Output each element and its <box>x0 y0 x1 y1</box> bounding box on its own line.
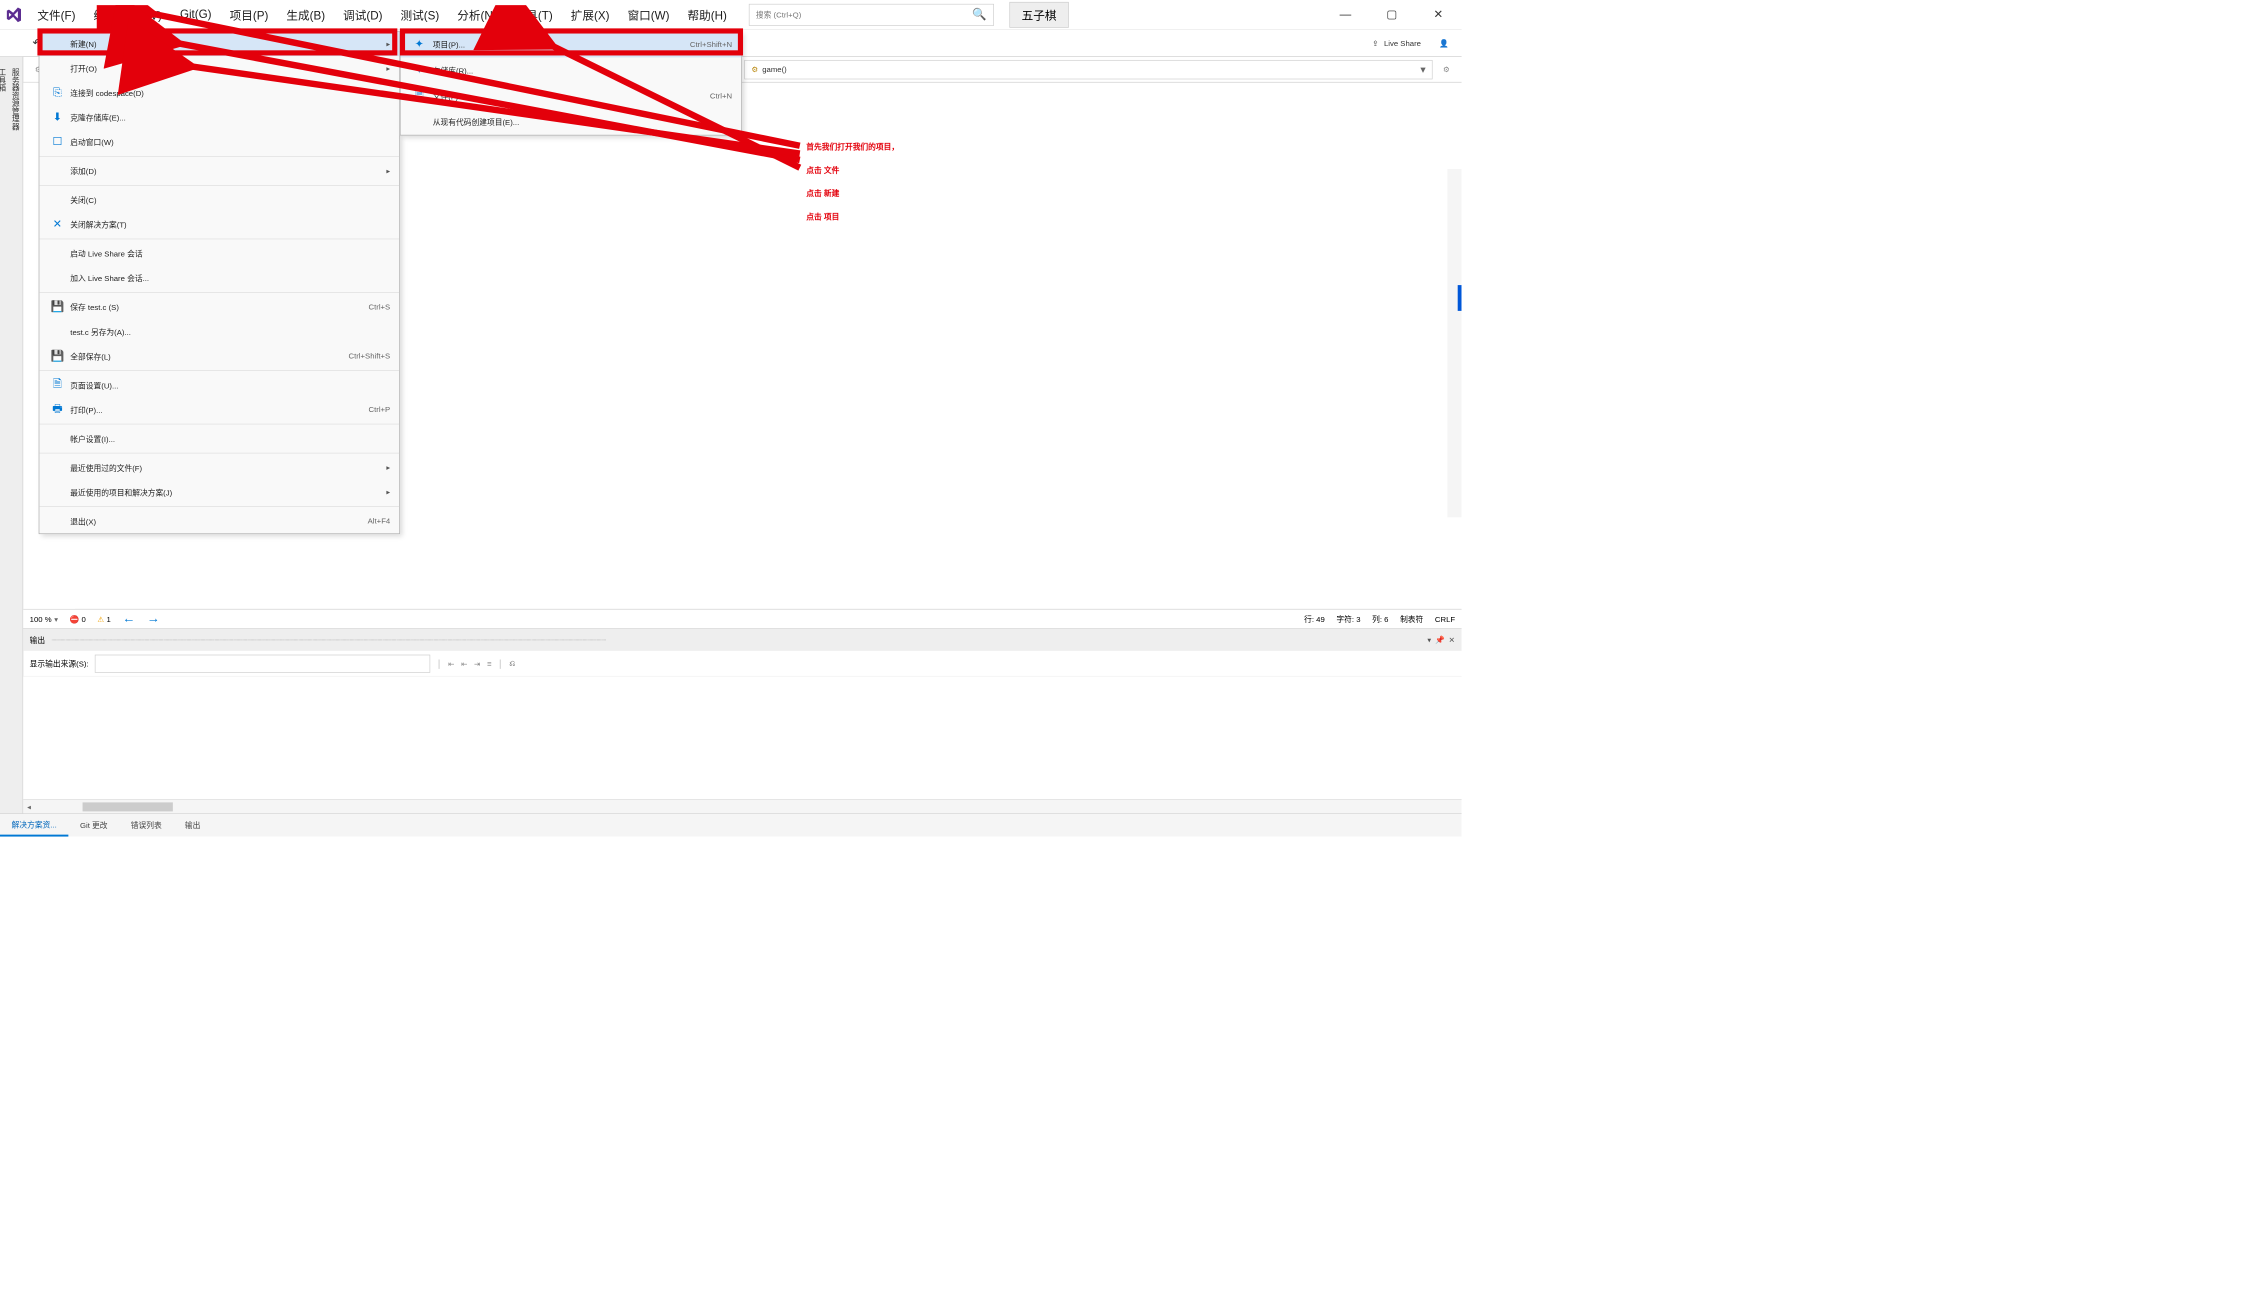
menu-extensions[interactable]: 扩展(X) <box>562 0 619 29</box>
menu-debug[interactable]: 调试(D) <box>334 0 391 29</box>
search-input[interactable]: 搜索 (Ctrl+Q) 🔍 <box>749 4 994 26</box>
menu-build[interactable]: 生成(B) <box>277 0 334 29</box>
menubar: 文件(F) 编 视图(V) Git(G) 项目(P) 生成(B) 调试(D) 测… <box>28 0 736 29</box>
file-menu-item[interactable]: 关闭(C) <box>39 188 399 213</box>
menu-edit[interactable]: 编 <box>84 0 114 29</box>
share-icon: ⇪ <box>1372 38 1378 47</box>
status-tabs: 制表符 <box>1400 613 1423 624</box>
minimize-button[interactable]: — <box>1322 0 1368 29</box>
tool-icon[interactable]: ≡ <box>487 659 492 668</box>
search-icon: 🔍 <box>972 8 986 22</box>
tab-solution-explorer[interactable]: 解决方案资... <box>0 814 68 837</box>
tool-icon[interactable]: ⇥ <box>474 659 480 668</box>
sidebar-tab-server-explorer[interactable]: 服务器资源管理器 <box>9 63 23 813</box>
file-menu-item[interactable]: ☐启动窗口(W) <box>39 130 399 155</box>
status-char: 字符: 3 <box>1336 613 1360 624</box>
output-source-label: 显示输出来源(S): <box>30 658 89 669</box>
file-menu-item[interactable]: 最近使用过的文件(F)▸ <box>39 455 399 480</box>
warnings-indicator[interactable]: ⚠ 1 <box>97 614 110 623</box>
menu-window[interactable]: 窗口(W) <box>619 0 679 29</box>
bottom-tabs: 解决方案资... Git 更改 错误列表 输出 <box>0 813 1462 836</box>
status-eol: CRLF <box>1435 614 1455 623</box>
menu-view[interactable]: 视图(V) <box>114 0 171 29</box>
menu-analyze[interactable]: 分析(N) <box>448 0 505 29</box>
file-menu-item[interactable]: ⬇克隆存储库(E)... <box>39 105 399 130</box>
file-menu-item[interactable]: 打开(O)▸ <box>39 56 399 81</box>
menu-project[interactable]: 项目(P) <box>221 0 278 29</box>
tool-icon[interactable]: ⇤ <box>461 659 467 668</box>
tab-output[interactable]: 输出 <box>173 814 212 837</box>
file-menu-item[interactable]: ✕关闭解决方案(T) <box>39 212 399 237</box>
tab-error-list[interactable]: 错误列表 <box>119 814 173 837</box>
file-menu-item[interactable]: 加入 Live Share 会话... <box>39 266 399 291</box>
file-menu-item[interactable]: 最近使用的项目和解决方案(J)▸ <box>39 480 399 505</box>
output-panel: 输出 ┈┈┈┈┈┈┈┈┈┈┈┈┈┈┈┈┈┈┈┈┈┈┈┈┈┈┈┈┈┈┈┈┈┈┈┈┈… <box>23 628 1461 799</box>
new-submenu: ✦项目(P)...Ctrl+Shift+N✦存储库(R)...🗎文件(F)Ctr… <box>400 31 742 135</box>
new-submenu-item[interactable]: 从现有代码创建项目(E)... <box>401 109 742 135</box>
titlebar: 文件(F) 编 视图(V) Git(G) 项目(P) 生成(B) 调试(D) 测… <box>0 0 1462 30</box>
output-text[interactable] <box>23 677 1461 800</box>
file-menu-item[interactable]: 💾全部保存(L)Ctrl+Shift+S <box>39 344 399 369</box>
file-menu-item[interactable]: 🖶打印(P)...Ctrl+P <box>39 397 399 422</box>
file-menu-item[interactable]: 添加(D)▸ <box>39 159 399 184</box>
zoom-combo[interactable]: 100 % ▾ <box>30 614 58 623</box>
file-menu-item[interactable]: 💾保存 test.c (S)Ctrl+S <box>39 295 399 320</box>
member-combo[interactable]: ⚙game() <box>744 60 1432 79</box>
solution-name: 五子棋 <box>1009 2 1068 28</box>
pin-icon[interactable]: 📌 <box>1435 635 1445 644</box>
live-share[interactable]: ⇪ Live Share 👤 <box>1359 38 1461 47</box>
window-buttons: — ▢ ✕ <box>1322 0 1461 29</box>
file-menu-item[interactable]: 帐户设置(I)... <box>39 426 399 451</box>
close-icon[interactable]: ✕ <box>1449 635 1455 644</box>
errors-indicator[interactable]: ⛔ 0 <box>70 614 86 623</box>
output-title: 输出 <box>30 634 45 645</box>
file-menu-item[interactable]: 新建(N)▸ <box>39 32 399 57</box>
file-menu-item[interactable]: 启动 Live Share 会话 <box>39 241 399 266</box>
editor-statusbar: 100 % ▾ ⛔ 0 ⚠ 1 ← → 行: 49 字符: 3 列: 6 制表符… <box>23 609 1461 628</box>
sidebar-tab-toolbox[interactable]: 工具箱 <box>0 63 9 813</box>
user-icon: 👤 <box>1439 38 1449 47</box>
nav-extra-icon[interactable]: ⚙ <box>1437 65 1457 74</box>
left-sidebar: 服务器资源管理器 工具箱 <box>0 57 23 814</box>
menu-file[interactable]: 文件(F) <box>28 0 84 29</box>
file-menu-item[interactable]: ⎘连接到 codespace(D) <box>39 81 399 106</box>
status-col: 列: 6 <box>1372 613 1388 624</box>
nav-back-icon[interactable]: ← <box>122 611 135 626</box>
new-submenu-item[interactable]: 🗎文件(F)Ctrl+N <box>401 83 742 109</box>
vertical-scrollbar[interactable] <box>1447 169 1461 517</box>
menu-git[interactable]: Git(G) <box>171 0 221 29</box>
file-menu: 新建(N)▸打开(O)▸⎘连接到 codespace(D)⬇克隆存储库(E)..… <box>39 31 400 534</box>
new-submenu-item[interactable]: ✦存储库(R)... <box>401 57 742 83</box>
menu-test[interactable]: 测试(S) <box>392 0 449 29</box>
close-button[interactable]: ✕ <box>1415 0 1461 29</box>
file-menu-item[interactable]: 退出(X)Alt+F4 <box>39 509 399 534</box>
annotation-text: 首先我们打开我们的项目， 点击 文件 点击 新建 点击 项目 <box>806 135 899 228</box>
horizontal-scrollbar[interactable]: ◂ <box>23 799 1461 813</box>
search-placeholder: 搜索 (Ctrl+Q) <box>756 9 801 20</box>
menu-tools[interactable]: 工具(T) <box>506 0 562 29</box>
maximize-button[interactable]: ▢ <box>1369 0 1415 29</box>
tab-git-changes[interactable]: Git 更改 <box>68 814 119 837</box>
new-submenu-item[interactable]: ✦项目(P)...Ctrl+Shift+N <box>401 32 742 58</box>
tool-icon[interactable]: ⇤ <box>448 659 454 668</box>
vs-logo-icon <box>0 0 28 28</box>
file-menu-item[interactable]: 🗎页面设置(U)... <box>39 373 399 398</box>
status-line: 行: 49 <box>1304 613 1325 624</box>
nav-fwd-icon[interactable]: → <box>147 611 160 626</box>
output-source-combo[interactable] <box>95 654 430 672</box>
file-menu-item[interactable]: test.c 另存为(A)... <box>39 319 399 344</box>
tool-icon[interactable]: ⎌ <box>509 659 515 669</box>
menu-help[interactable]: 帮助(H) <box>679 0 736 29</box>
dropdown-icon[interactable]: ▾ <box>1427 635 1431 644</box>
